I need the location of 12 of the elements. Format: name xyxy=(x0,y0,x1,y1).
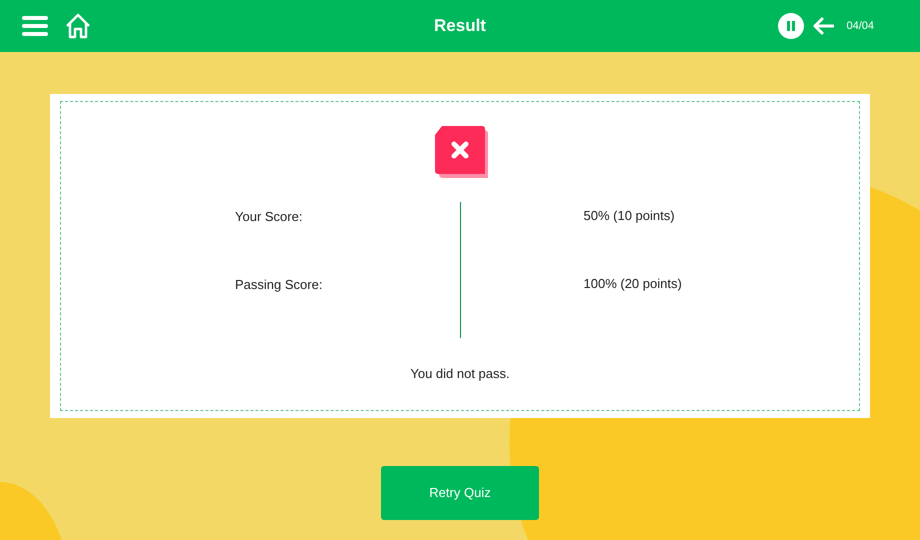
back-arrow-icon[interactable] xyxy=(812,17,834,35)
page-counter: 04/04 xyxy=(846,18,874,34)
result-message: You did not pass. xyxy=(410,365,510,383)
home-icon[interactable] xyxy=(64,13,92,39)
score-value: 100% (20 points) xyxy=(584,276,682,291)
score-value: 50% (10 points) xyxy=(584,208,675,223)
score-label: Your Score: xyxy=(235,208,302,226)
pause-icon[interactable] xyxy=(778,13,804,39)
menu-icon[interactable] xyxy=(22,15,48,37)
page-title: Result xyxy=(434,15,486,38)
retry-button[interactable]: Retry Quiz xyxy=(381,466,539,520)
score-label: Passing Score: xyxy=(235,276,322,294)
